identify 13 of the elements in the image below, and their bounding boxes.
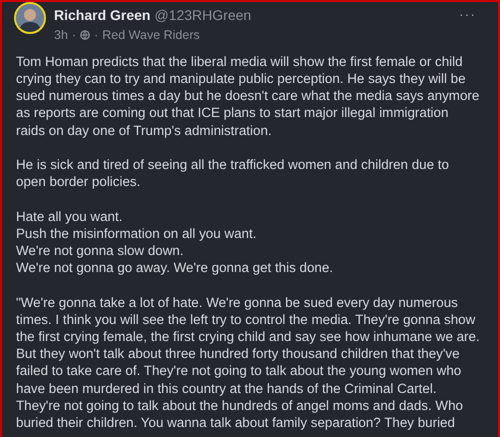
separator: · (72, 27, 76, 44)
post-paragraph: Tom Homan predicts that the liberal media will show the first female or child crying they can to try and manipulate public perception. He says they will be sued numerous times a day but he doesn't care what the media says anymore as reports are coming out that ICE plans to start major illegal immigration raids on day one of Trump's administration. (16, 52, 480, 139)
group-link[interactable]: Red Wave Riders (102, 26, 200, 45)
post-paragraph: "We're gonna take a lot of hate. We're gonna be sued every day numerous times. I think you will see the left try to control the media. They're gonna show the first crying female, the first crying child and say see how inhumane we are. But they won't talk about three hundred forty thousand children that they've failed to take care of. They're not going to talk about the young women who have been murdered in this country at the hands of the Criminal Cartel. They're not going to talk about the hundreds of angel moms and dads. Who buried their children. You wanna talk about family separation? They buried (16, 294, 481, 432)
author-handle[interactable]: @123RHGreen (154, 5, 252, 26)
post-time[interactable]: 3h (54, 26, 68, 45)
globe-icon (80, 30, 90, 40)
avatar[interactable] (14, 2, 46, 34)
separator: · (94, 27, 98, 44)
more-menu[interactable]: ··· (459, 4, 476, 25)
post-paragraph: Hate all you want. Push the misinformation on all you want. We're not gonna slow down. We're not gonna go away. We're gonna get this done. (16, 208, 334, 276)
author-name[interactable]: Richard Green (54, 5, 150, 26)
post-paragraph: He is sick and tired of seeing all the trafficked women and children due to open border policies. (16, 156, 450, 190)
